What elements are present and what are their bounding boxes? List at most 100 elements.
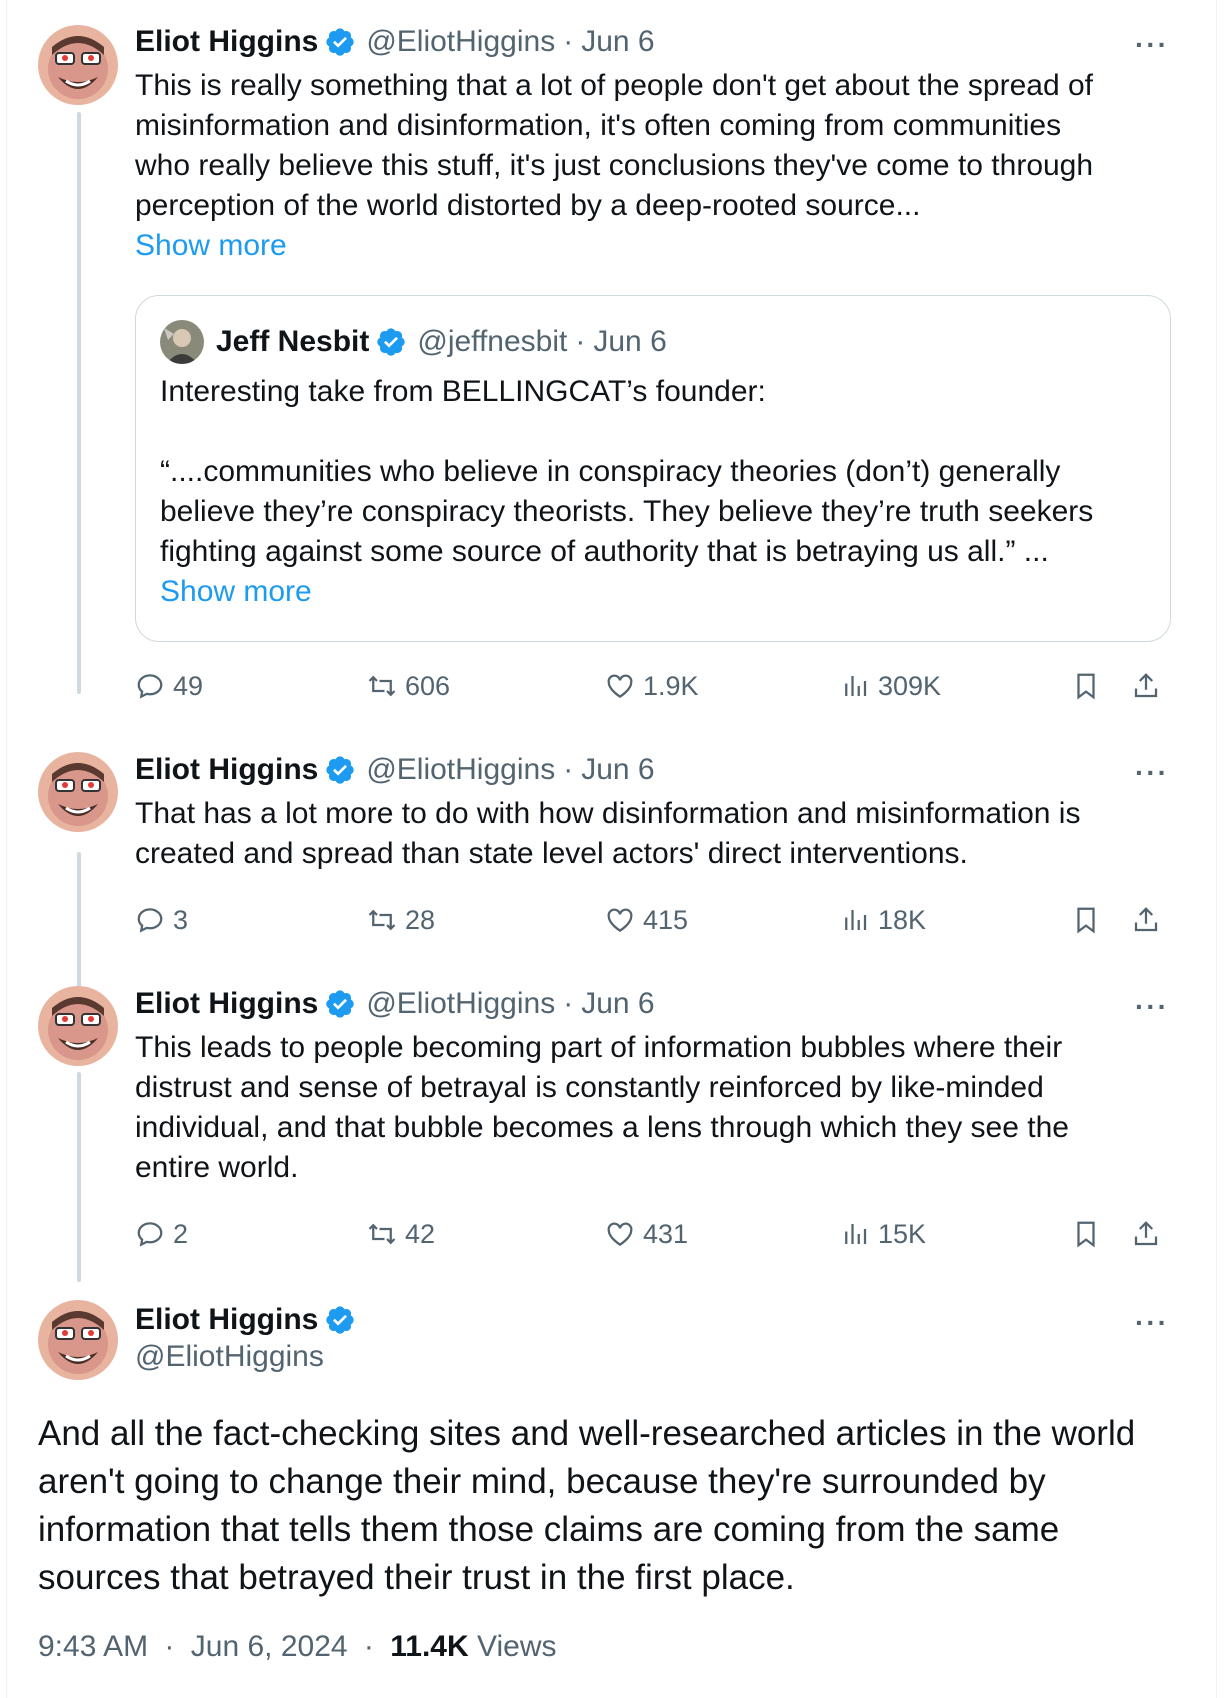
like-count: 415: [643, 904, 689, 935]
views-total: 11.4K: [390, 1630, 469, 1663]
quote-author-name[interactable]: Jeff Nesbit: [216, 325, 369, 359]
tweet-metadata: 9:43 AM · Jun 6, 2024 · 11.4K Views: [38, 1630, 556, 1664]
separator-dot: ·: [563, 987, 574, 1020]
heart-icon: [607, 908, 633, 932]
avatar-image: [38, 752, 118, 832]
avatar-image: [38, 986, 118, 1066]
quote-avatar[interactable]: [160, 320, 204, 364]
reply-button[interactable]: 2: [135, 1214, 188, 1254]
separator-dot: ·: [563, 25, 574, 58]
like-count: 431: [643, 1218, 689, 1249]
more-options-icon[interactable]: ···: [1130, 29, 1174, 60]
author-name[interactable]: Eliot Higgins: [135, 1303, 318, 1337]
share-button[interactable]: [1131, 1214, 1169, 1254]
tweet-date[interactable]: Jun 6: [581, 753, 654, 787]
author-name[interactable]: Eliot Higgins: [135, 987, 318, 1021]
views-button[interactable]: 309K: [840, 666, 941, 706]
quoted-tweet[interactable]: Jeff Nesbit @jeffnesbit · Jun 6 Interest…: [135, 295, 1171, 642]
quote-author-handle[interactable]: @jeffnesbit: [417, 325, 567, 359]
thread-line: [77, 852, 81, 992]
avatar[interactable]: [38, 752, 118, 832]
repost-button[interactable]: 42: [367, 1214, 435, 1254]
verified-badge-icon: [324, 26, 356, 58]
analytics-icon: [845, 910, 867, 930]
author-handle[interactable]: @EliotHiggins: [366, 25, 555, 59]
views-count: 309K: [878, 670, 942, 701]
text-line: who really believe this stuff, it's just…: [135, 149, 1094, 182]
action-bar: 3 28 415 18K: [135, 900, 1175, 940]
author-name[interactable]: Eliot Higgins: [135, 753, 318, 787]
analytics-icon: [845, 676, 867, 696]
right-border: [1216, 0, 1217, 1698]
like-button[interactable]: 431: [605, 1214, 688, 1254]
like-button[interactable]: 415: [605, 900, 688, 940]
tweet-text: And all the fact-checking sites and well…: [38, 1410, 1188, 1602]
views-count: 15K: [878, 1218, 927, 1249]
text-line: This leads to people becoming part of in…: [135, 1031, 1063, 1064]
avatar[interactable]: [38, 25, 118, 105]
reply-count: 3: [173, 904, 189, 935]
separator-dot: ·: [363, 1630, 374, 1663]
tweet-text: This leads to people becoming part of in…: [135, 1028, 1165, 1188]
share-button[interactable]: [1131, 666, 1169, 706]
reply-icon: [137, 1222, 163, 1247]
like-button[interactable]: 1.9K: [605, 666, 699, 706]
reply-button[interactable]: 49: [135, 666, 203, 706]
bookmark-button[interactable]: [1071, 900, 1109, 940]
tweet-header: Eliot Higgins: [135, 1300, 356, 1340]
reply-button[interactable]: 3: [135, 900, 188, 940]
more-options-icon[interactable]: ···: [1130, 757, 1174, 788]
author-handle[interactable]: @EliotHiggins: [366, 753, 555, 787]
avatar[interactable]: [38, 986, 118, 1066]
analytics-icon: [845, 1224, 867, 1244]
action-bar: 49 606 1.9K 309K: [135, 666, 1175, 706]
text-line: misinformation and disinformation, it's …: [135, 109, 1062, 142]
repost-button[interactable]: 606: [367, 666, 450, 706]
reply-icon: [137, 674, 163, 699]
reply-icon: [137, 908, 163, 933]
author-handle[interactable]: @EliotHiggins: [135, 1340, 324, 1374]
tweet-full-date[interactable]: Jun 6, 2024: [191, 1630, 348, 1663]
tweet-date[interactable]: Jun 6: [581, 25, 654, 59]
text-line: entire world.: [135, 1151, 299, 1184]
text-line: information that tells them those claims…: [38, 1510, 1060, 1549]
repost-button[interactable]: 28: [367, 900, 435, 940]
more-options-icon[interactable]: ···: [1130, 1307, 1174, 1338]
show-more-link[interactable]: Show more: [135, 226, 287, 266]
tweet-time[interactable]: 9:43 AM: [38, 1630, 148, 1663]
text-line: sources that betrayed their trust in the…: [38, 1558, 795, 1597]
verified-badge-icon: [324, 988, 356, 1020]
bookmark-button[interactable]: [1071, 1214, 1109, 1254]
share-button[interactable]: [1131, 900, 1169, 940]
tweet-text: That has a lot more to do with how disin…: [135, 794, 1165, 874]
bookmark-button[interactable]: [1071, 666, 1109, 706]
quote-intro: Interesting take from BELLINGCAT’s found…: [160, 375, 766, 408]
views-button[interactable]: 18K: [840, 900, 926, 940]
separator-dot: ·: [164, 1630, 175, 1663]
repost-icon: [368, 1223, 396, 1245]
action-bar: 2 42 431 15K: [135, 1214, 1175, 1254]
text-line: “....communities who believe in conspira…: [160, 455, 1061, 488]
verified-badge-icon: [324, 754, 356, 786]
views-count: 18K: [878, 904, 927, 935]
views-button[interactable]: 15K: [840, 1214, 926, 1254]
author-name[interactable]: Eliot Higgins: [135, 25, 318, 59]
quote-text: “....communities who believe in conspira…: [160, 452, 1150, 572]
quote-date[interactable]: Jun 6: [593, 325, 666, 359]
tweet-header: Eliot Higgins @EliotHiggins · Jun 6: [135, 984, 655, 1024]
author-handle[interactable]: @EliotHiggins: [366, 987, 555, 1021]
text-line: That has a lot more to do with how disin…: [135, 797, 1081, 830]
tweet-date[interactable]: Jun 6: [581, 987, 654, 1021]
quote-show-more-link[interactable]: Show more: [160, 572, 312, 612]
text-line: And all the fact-checking sites and well…: [38, 1414, 1136, 1453]
text-line: created and spread than state level acto…: [135, 837, 968, 870]
more-options-icon[interactable]: ···: [1130, 991, 1174, 1022]
heart-icon: [607, 674, 633, 698]
text-line: perception of the world distorted by a d…: [135, 189, 921, 222]
like-count: 1.9K: [643, 670, 699, 701]
avatar[interactable]: [38, 1300, 118, 1380]
repost-count: 28: [405, 904, 436, 935]
repost-icon: [368, 675, 396, 697]
views-label: Views: [477, 1630, 557, 1663]
thread-line: [77, 1072, 81, 1282]
